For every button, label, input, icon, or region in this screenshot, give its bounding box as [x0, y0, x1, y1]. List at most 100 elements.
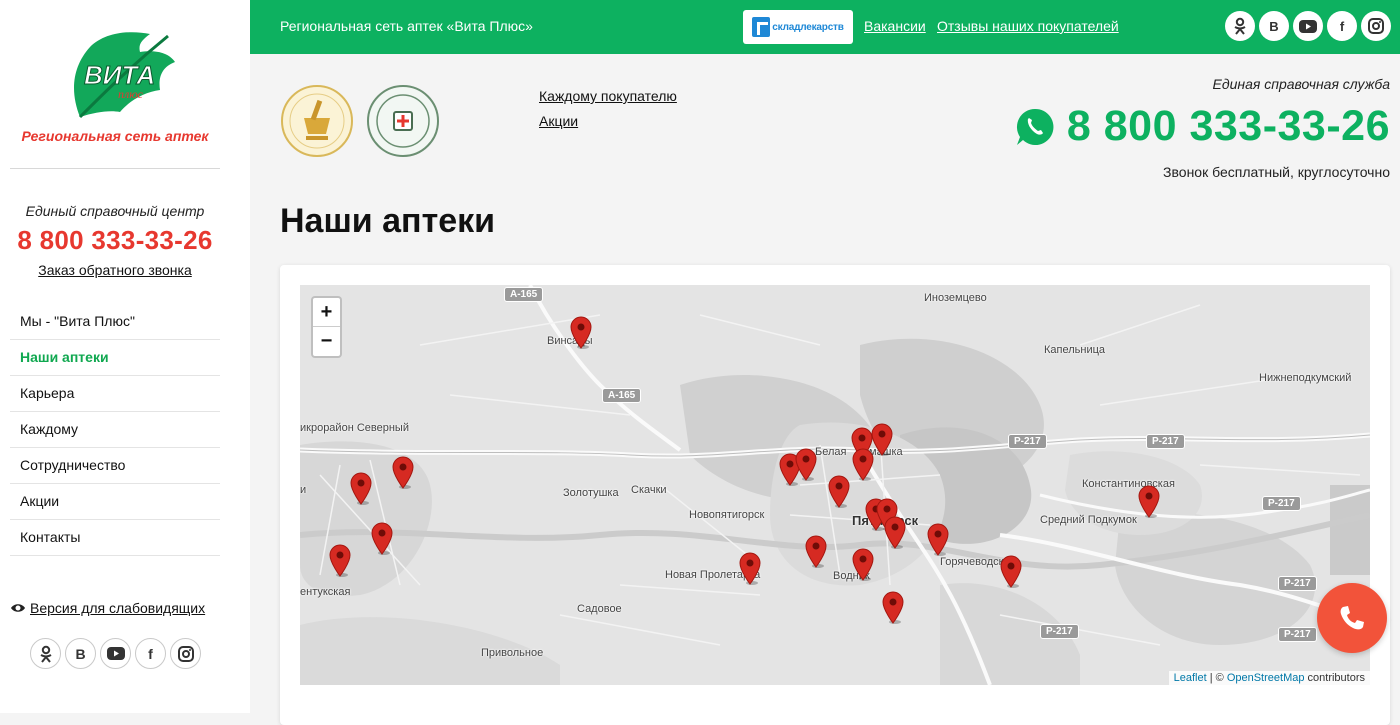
- pharmacy-marker-icon[interactable]: [827, 474, 851, 508]
- sidebar-item-career[interactable]: Карьера: [10, 376, 220, 412]
- sidebar-item-about[interactable]: Мы - "Вита Плюс": [10, 304, 220, 340]
- leaflet-link[interactable]: Leaflet: [1174, 672, 1207, 684]
- road-badge: Р-217: [1040, 624, 1079, 639]
- reviews-link[interactable]: Отзывы наших покупателей: [937, 18, 1119, 34]
- sidebar-menu: Мы - "Вита Плюс" Наши аптеки Карьера Каж…: [10, 304, 220, 556]
- hotline-note: Звонок бесплатный, круглосуточно: [1163, 164, 1390, 180]
- sidebar-item-pharmacies[interactable]: Наши аптеки: [10, 340, 220, 376]
- sklad-text: складлекарств: [772, 21, 844, 33]
- pharmacy-marker-icon[interactable]: [926, 522, 950, 556]
- contact-label: Единый справочный центр: [25, 203, 205, 219]
- vacancies-link[interactable]: Вакансии: [864, 18, 926, 34]
- sidebar-social: В f: [30, 638, 201, 669]
- sklad-icon: [752, 17, 771, 37]
- top-bar: Региональная сеть аптек «Вита Плюс» скла…: [250, 0, 1400, 54]
- map-attribution: Leaflet | © OpenStreetMap contributors: [1168, 671, 1370, 685]
- whatsapp-icon[interactable]: [1015, 107, 1055, 147]
- pharmacy-marker-icon[interactable]: [328, 543, 352, 577]
- zoom-out-button[interactable]: −: [313, 327, 340, 356]
- instagram-icon[interactable]: [1361, 11, 1391, 41]
- attrib-tail: contributors: [1304, 672, 1365, 684]
- place-label: Привольное: [481, 647, 544, 659]
- phone-icon: [1340, 606, 1364, 630]
- link-promos[interactable]: Акции: [539, 113, 677, 129]
- pharmacy-marker-icon[interactable]: [349, 471, 373, 505]
- pharmacy-marker-icon[interactable]: [851, 447, 875, 481]
- golden-mortar-award-icon[interactable]: [280, 84, 354, 158]
- pharmacy-marker-icon[interactable]: [569, 315, 593, 349]
- sidebar: ВИТА плюс Региональная сеть аптек Единый…: [0, 0, 250, 713]
- road-badge: Р-217: [1262, 496, 1301, 511]
- pharmacy-marker-icon[interactable]: [881, 590, 905, 624]
- link-each-customer[interactable]: Каждому покупателю: [539, 88, 677, 104]
- svg-text:плюс: плюс: [118, 87, 144, 101]
- place-label: Иноземцево: [924, 292, 987, 304]
- place-label: икрорайон Северный: [300, 422, 409, 434]
- place-label: Нижнеподкумский: [1259, 372, 1352, 384]
- pharmacy-marker-icon[interactable]: [999, 554, 1023, 588]
- call-button[interactable]: [1317, 583, 1387, 653]
- header-links: Каждому покупателю Акции: [539, 88, 677, 138]
- odnoklassniki-icon[interactable]: [1225, 11, 1255, 41]
- vk-icon[interactable]: В: [65, 638, 96, 669]
- page-title: Наши аптеки: [280, 202, 496, 240]
- vk-icon[interactable]: В: [1259, 11, 1289, 41]
- place-label: Капельница: [1044, 344, 1106, 356]
- place-label: Золотушка: [563, 487, 619, 499]
- pharmacy-map[interactable]: Иноземцево Винсады Капельница Нижнеподку…: [300, 285, 1370, 685]
- sidebar-item-promos[interactable]: Акции: [10, 484, 220, 520]
- facebook-icon[interactable]: f: [135, 638, 166, 669]
- tagline: Региональная сеть аптек: [21, 128, 209, 144]
- odnoklassniki-icon[interactable]: [30, 638, 61, 669]
- zoom-control: + −: [311, 296, 342, 358]
- place-label: Скачки: [631, 484, 667, 496]
- leaf-logo-icon: ВИТА плюс: [74, 32, 175, 119]
- callback-link[interactable]: Заказ обратного звонка: [38, 262, 192, 278]
- facebook-icon[interactable]: f: [1327, 11, 1357, 41]
- pharmacy-marker-icon[interactable]: [804, 534, 828, 568]
- sidebar-item-cooperation[interactable]: Сотрудничество: [10, 448, 220, 484]
- sidebar-divider: [10, 168, 220, 169]
- specialists-choice-award-icon[interactable]: [366, 84, 440, 158]
- osm-link[interactable]: OpenStreetMap: [1227, 672, 1305, 684]
- sidebar-contact: Единый справочный центр 8 800 333-33-26 …: [0, 203, 230, 280]
- pharmacy-marker-icon[interactable]: [738, 551, 762, 585]
- pharmacy-marker-icon[interactable]: [883, 515, 907, 549]
- hotline-label: Единая справочная служба: [1212, 76, 1390, 92]
- pharmacy-marker-icon[interactable]: [391, 455, 415, 489]
- pharmacy-marker-icon[interactable]: [794, 447, 818, 481]
- svg-text:ВИТА: ВИТА: [84, 60, 155, 90]
- pharmacy-marker-icon[interactable]: [851, 547, 875, 581]
- road-badge: Р-217: [1008, 434, 1047, 449]
- place-label: Садовое: [577, 603, 622, 615]
- youtube-icon[interactable]: [100, 638, 131, 669]
- place-label: Средний Подкумок: [1040, 514, 1137, 526]
- top-brand: Региональная сеть аптек «Вита Плюс»: [280, 18, 533, 34]
- place-label: Новопятигорск: [689, 509, 765, 521]
- accessibility-label: Версия для слабовидящих: [30, 600, 206, 616]
- hotline-phone[interactable]: 8 800 333-33-26: [1067, 102, 1390, 151]
- place-label: Белая: [815, 446, 847, 458]
- sidebar-item-contacts[interactable]: Контакты: [10, 520, 220, 556]
- road-badge: Р-217: [1146, 434, 1185, 449]
- road-badge: Р-217: [1278, 576, 1317, 591]
- zoom-in-button[interactable]: +: [313, 298, 340, 327]
- instagram-icon[interactable]: [170, 638, 201, 669]
- sklad-lekarstv-logo[interactable]: складлекарств: [743, 10, 853, 44]
- place-label: и: [300, 484, 307, 496]
- eye-icon: [11, 604, 25, 612]
- sidebar-phone[interactable]: 8 800 333-33-26: [0, 225, 230, 256]
- road-badge: А-165: [602, 388, 642, 403]
- attrib-separator: | ©: [1206, 672, 1227, 684]
- pharmacy-marker-icon[interactable]: [370, 521, 394, 555]
- hotline: 8 800 333-33-26: [1015, 102, 1390, 151]
- youtube-icon[interactable]: [1293, 11, 1323, 41]
- place-label: ентукская: [300, 586, 351, 598]
- pharmacy-marker-icon[interactable]: [1137, 484, 1161, 518]
- road-badge: А-165: [504, 287, 544, 302]
- sidebar-item-each[interactable]: Каждому: [10, 412, 220, 448]
- road-badge: Р-217: [1278, 627, 1317, 642]
- top-social: В f: [1225, 11, 1391, 41]
- accessibility-link[interactable]: Версия для слабовидящих: [10, 600, 205, 616]
- logo[interactable]: ВИТА плюс Региональная сеть аптек: [0, 22, 230, 144]
